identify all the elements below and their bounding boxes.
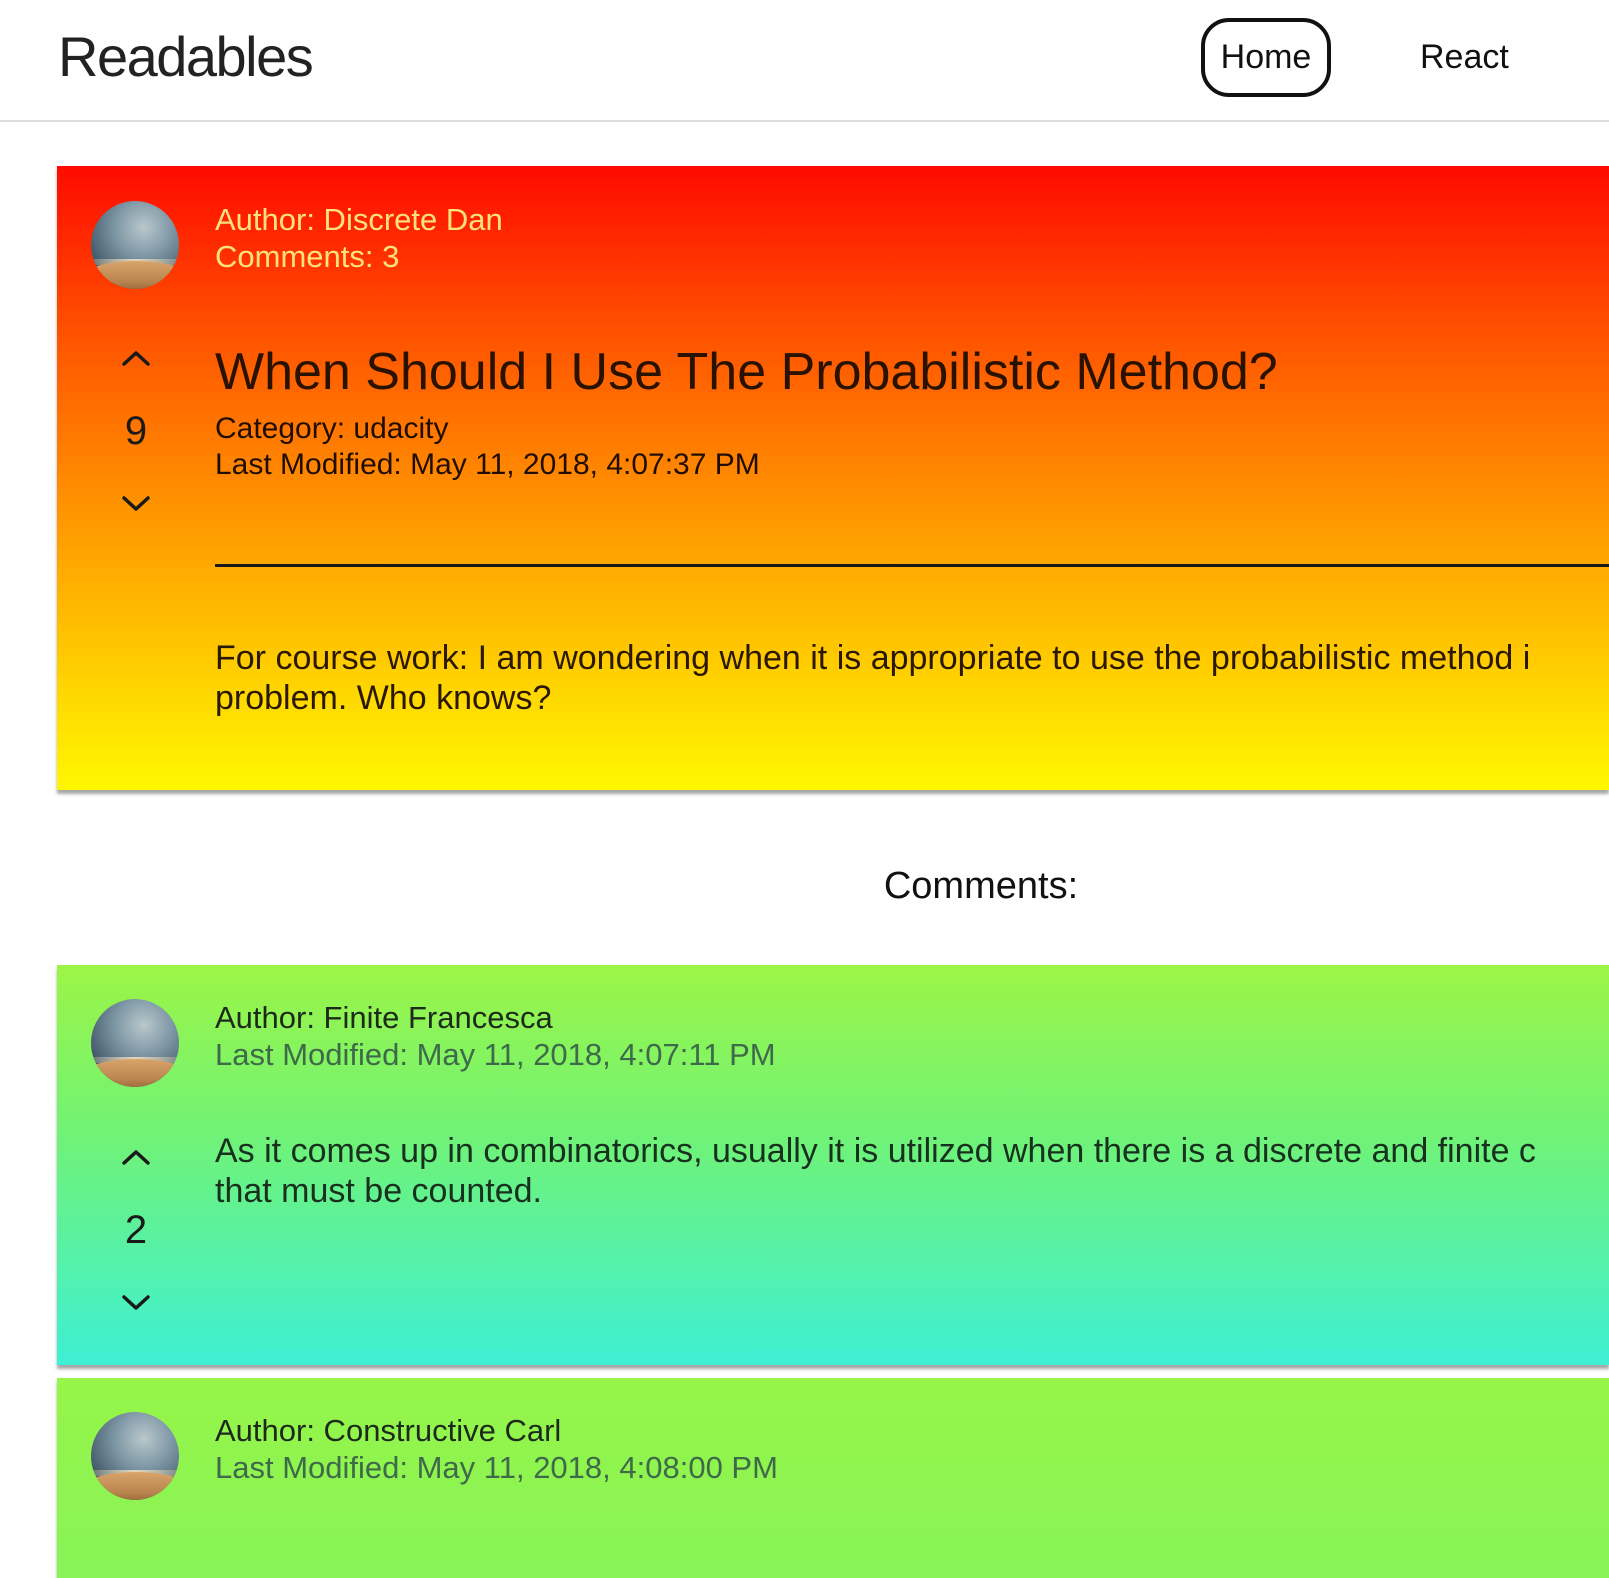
post-comment-count: Comments: 3 bbox=[215, 239, 400, 274]
post-vote-score: 9 bbox=[124, 409, 148, 453]
nav-home-button[interactable]: Home bbox=[1201, 18, 1331, 97]
post-body-line: For course work: I am wondering when it … bbox=[215, 639, 1531, 677]
author-avatar bbox=[91, 1412, 179, 1500]
comment-vote-score: 2 bbox=[124, 1208, 148, 1252]
chevron-up-icon[interactable] bbox=[121, 1147, 151, 1167]
post-body: For course work: I am wondering when it … bbox=[215, 638, 1595, 718]
post-divider bbox=[215, 564, 1609, 567]
author-avatar bbox=[91, 201, 179, 289]
post-author: Author: Discrete Dan bbox=[215, 202, 503, 237]
top-nav-bar: Readables Home React bbox=[0, 0, 1609, 122]
comment-card: Author: Finite Francesca Last Modified: … bbox=[57, 965, 1609, 1365]
post-body-line: problem. Who knows? bbox=[215, 679, 552, 717]
comment-last-modified: Last Modified: May 11, 2018, 4:07:11 PM bbox=[215, 1037, 776, 1072]
app-brand-title[interactable]: Readables bbox=[58, 24, 314, 90]
post-category: Category: udacity bbox=[215, 412, 449, 445]
chevron-down-icon[interactable] bbox=[121, 494, 151, 514]
comment-last-modified: Last Modified: May 11, 2018, 4:08:00 PM bbox=[215, 1450, 778, 1485]
comment-card: Author: Constructive Carl Last Modified:… bbox=[57, 1378, 1609, 1578]
comment-body: As it comes up in combinatorics, usually… bbox=[215, 1131, 1595, 1211]
comment-body-line: that must be counted. bbox=[215, 1172, 542, 1210]
post-title[interactable]: When Should I Use The Probabilistic Meth… bbox=[215, 342, 1278, 402]
nav-category-react-link[interactable]: React bbox=[1420, 36, 1509, 78]
author-avatar bbox=[91, 999, 179, 1087]
comment-author: Author: Constructive Carl bbox=[215, 1413, 562, 1448]
comments-heading: Comments: bbox=[883, 865, 1079, 907]
chevron-up-icon[interactable] bbox=[121, 348, 151, 368]
comment-body-line: As it comes up in combinatorics, usually… bbox=[215, 1132, 1536, 1170]
post-last-modified: Last Modified: May 11, 2018, 4:07:37 PM bbox=[215, 448, 760, 481]
post-card: Author: Discrete Dan Comments: 3 9 When … bbox=[57, 166, 1609, 790]
comment-author: Author: Finite Francesca bbox=[215, 1000, 553, 1035]
chevron-down-icon[interactable] bbox=[121, 1293, 151, 1313]
